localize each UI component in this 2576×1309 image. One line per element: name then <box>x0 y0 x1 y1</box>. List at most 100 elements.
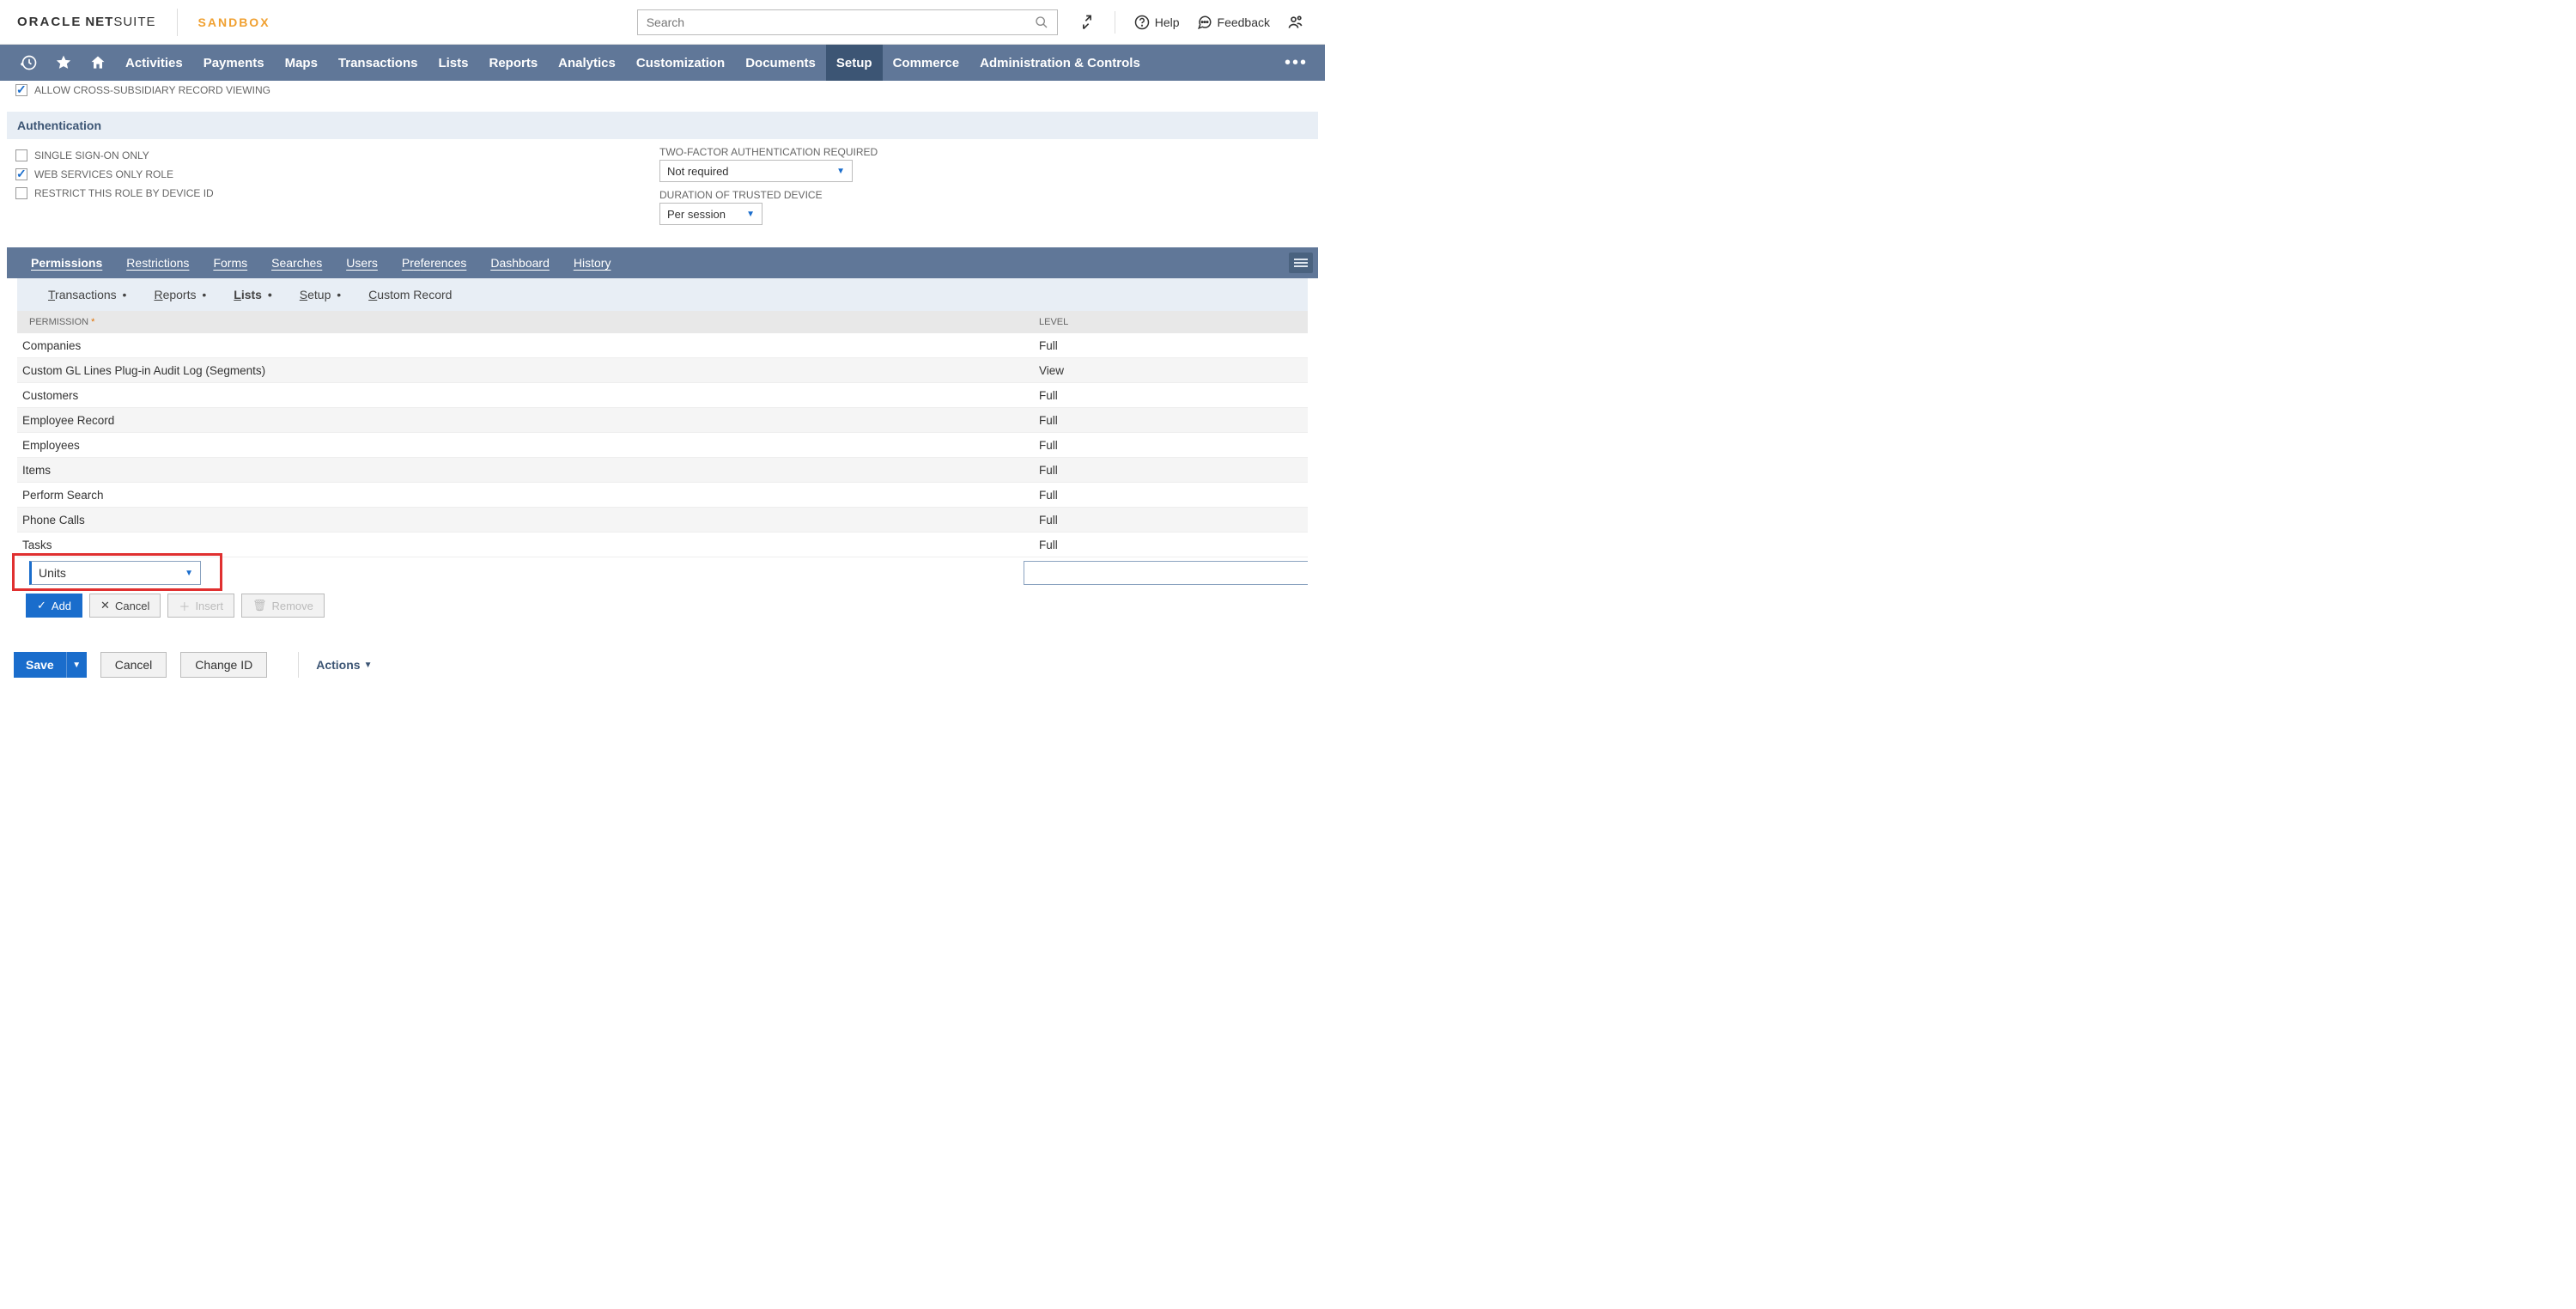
col-permission-label: PERMISSION <box>29 317 88 327</box>
add-button[interactable]: ✓ Add <box>26 594 82 618</box>
top-header: ORACLE NETSUITE SANDBOX Help Feedback <box>0 0 1325 45</box>
logo: ORACLE NETSUITE <box>17 15 156 29</box>
authentication-section: SINGLE SIGN-ON ONLY WEB SERVICES ONLY ROL… <box>7 139 1318 232</box>
save-menu-button[interactable]: ▼ <box>66 652 87 678</box>
save-button[interactable]: Save <box>14 652 66 678</box>
table-row[interactable]: Phone CallsFull <box>17 508 1308 533</box>
nav-customization[interactable]: Customization <box>626 45 735 81</box>
checkbox[interactable] <box>15 149 27 161</box>
global-search[interactable] <box>637 9 1058 35</box>
actions-label: Actions <box>316 658 360 672</box>
main-nav: ActivitiesPaymentsMapsTransactionsListsR… <box>0 45 1325 81</box>
expand-icon[interactable] <box>1075 10 1099 34</box>
subtab-users[interactable]: Users <box>334 256 390 270</box>
table-row[interactable]: Custom GL Lines Plug-in Audit Log (Segme… <box>17 358 1308 383</box>
checkbox[interactable] <box>15 168 27 180</box>
cross-subsidiary-checkbox[interactable] <box>15 84 27 96</box>
subtab-searches[interactable]: Searches <box>259 256 334 270</box>
nav-documents[interactable]: Documents <box>735 45 826 81</box>
chevron-down-icon: ▼ <box>746 210 755 219</box>
close-icon: ✕ <box>100 599 110 612</box>
table-row[interactable]: Perform SearchFull <box>17 483 1308 508</box>
change-id-button[interactable]: Change ID <box>180 652 267 678</box>
subsubtab-reports[interactable]: Reports • <box>140 288 220 301</box>
cancel-button[interactable]: Cancel <box>100 652 167 678</box>
nav-setup[interactable]: Setup <box>826 45 883 81</box>
level-select-empty[interactable] <box>1024 561 1308 585</box>
check-icon: ✓ <box>37 599 46 612</box>
duration-dropdown[interactable]: Per session ▼ <box>659 203 762 225</box>
help-button[interactable]: Help <box>1131 11 1183 33</box>
permission-cell: Phone Calls <box>17 514 1030 527</box>
checkbox-label: WEB SERVICES ONLY ROLE <box>34 168 173 180</box>
recent-icon[interactable] <box>12 54 46 71</box>
permission-select[interactable]: Units ▼ <box>29 561 201 585</box>
permission-cell: Companies <box>17 339 1030 352</box>
subtab-forms[interactable]: Forms <box>201 256 259 270</box>
permission-cell: Tasks <box>17 539 1030 551</box>
checkbox[interactable] <box>15 187 27 199</box>
subtab-permissions[interactable]: Permissions <box>19 256 114 270</box>
tfa-label: TWO-FACTOR AUTHENTICATION REQUIRED <box>659 146 1318 158</box>
roles-icon[interactable] <box>1284 10 1308 34</box>
tfa-dropdown[interactable]: Not required ▼ <box>659 160 853 182</box>
nav-payments[interactable]: Payments <box>193 45 275 81</box>
header-actions: Help Feedback <box>1075 10 1308 34</box>
nav-activities[interactable]: Activities <box>115 45 193 81</box>
feedback-label: Feedback <box>1218 15 1270 29</box>
feedback-button[interactable]: Feedback <box>1194 11 1273 33</box>
table-row[interactable]: CustomersFull <box>17 383 1308 408</box>
permission-cell: Perform Search <box>17 489 1030 502</box>
logo-netsuite: NETSUITE <box>85 15 155 29</box>
cancel-label: Cancel <box>115 600 149 612</box>
level-cell: Full <box>1030 489 1308 502</box>
subtab-dashboard[interactable]: Dashboard <box>478 256 562 270</box>
trash-icon: 🗑 <box>252 599 267 612</box>
table-row[interactable]: EmployeesFull <box>17 433 1308 458</box>
favorites-icon[interactable] <box>46 54 81 71</box>
expand-tabs-icon[interactable] <box>1289 253 1313 273</box>
bottom-actions: Save ▼ Cancel Change ID Actions ▼ <box>7 652 1318 678</box>
level-cell: Full <box>1030 389 1308 402</box>
required-star: * <box>91 317 94 327</box>
nav-lists[interactable]: Lists <box>428 45 478 81</box>
insert-button: ＋ Insert <box>167 594 234 618</box>
search-input[interactable] <box>647 15 1035 29</box>
checkbox-label: RESTRICT THIS ROLE BY DEVICE ID <box>34 187 214 199</box>
chevron-down-icon: ▼ <box>364 661 373 670</box>
plus-icon: ＋ <box>179 598 190 614</box>
subtab-restrictions[interactable]: Restrictions <box>114 256 201 270</box>
auth-option-row: RESTRICT THIS ROLE BY DEVICE ID <box>7 184 659 203</box>
insert-label: Insert <box>195 600 223 612</box>
search-icon[interactable] <box>1035 15 1048 29</box>
nav-commerce[interactable]: Commerce <box>883 45 970 81</box>
subsubtab-setup[interactable]: Setup • <box>286 288 355 301</box>
subsubtab-transactions[interactable]: Transactions • <box>34 288 140 301</box>
nav-analytics[interactable]: Analytics <box>548 45 626 81</box>
table-row[interactable]: TasksFull <box>17 533 1308 557</box>
table-row[interactable]: CompaniesFull <box>17 333 1308 358</box>
cancel-row-button[interactable]: ✕ Cancel <box>89 594 161 618</box>
table-row[interactable]: Employee RecordFull <box>17 408 1308 433</box>
actions-menu[interactable]: Actions ▼ <box>298 652 372 678</box>
subsub-bar: Transactions •Reports •Lists •Setup •Cus… <box>17 278 1308 311</box>
nav-transactions[interactable]: Transactions <box>328 45 428 81</box>
table-row[interactable]: ItemsFull <box>17 458 1308 483</box>
duration-value: Per session <box>667 208 726 221</box>
level-cell: Full <box>1030 539 1308 551</box>
home-icon[interactable] <box>81 54 115 71</box>
subtab-history[interactable]: History <box>562 256 623 270</box>
nav-more-icon[interactable]: ••• <box>1285 53 1308 73</box>
permission-cell: Items <box>17 464 1030 477</box>
subtab-preferences[interactable]: Preferences <box>390 256 479 270</box>
subsubtab-custom-record[interactable]: Custom Record <box>355 288 465 301</box>
nav-reports[interactable]: Reports <box>478 45 548 81</box>
tfa-value: Not required <box>667 165 729 178</box>
permissions-table: PERMISSION * LEVEL CompaniesFullCustom G… <box>17 311 1308 557</box>
nav-maps[interactable]: Maps <box>275 45 328 81</box>
level-cell: Full <box>1030 414 1308 427</box>
chevron-down-icon: ▼ <box>836 167 845 176</box>
checkbox-label: SINGLE SIGN-ON ONLY <box>34 149 149 161</box>
subsubtab-lists[interactable]: Lists • <box>220 288 285 301</box>
nav-administration-controls[interactable]: Administration & Controls <box>969 45 1151 81</box>
